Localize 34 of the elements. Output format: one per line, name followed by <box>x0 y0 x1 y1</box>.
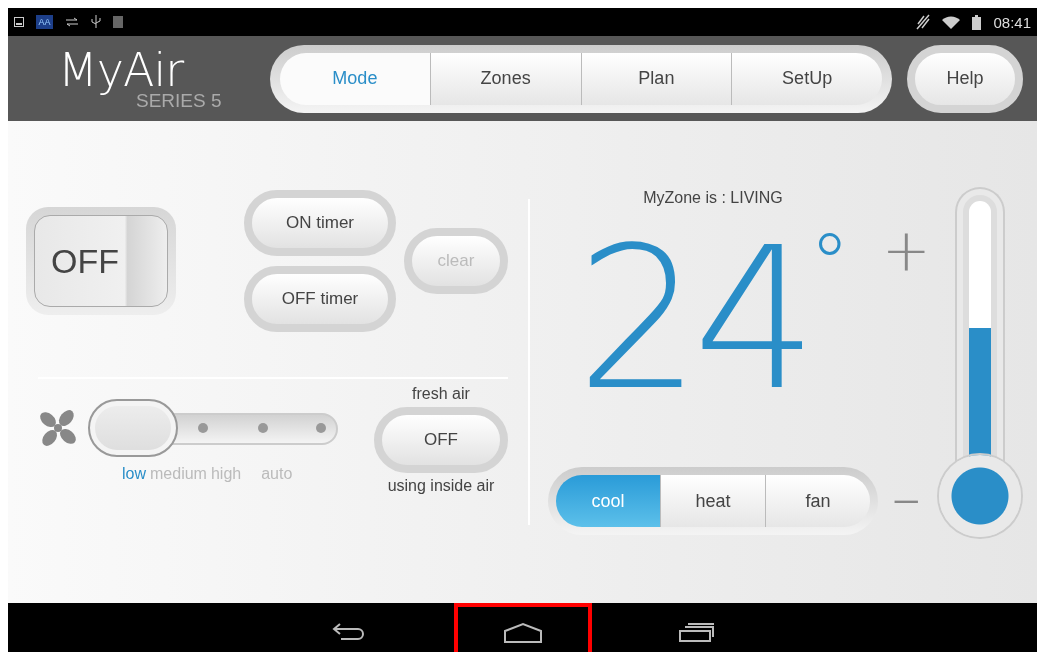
nav-tab[interactable]: Zones <box>429 52 581 105</box>
home-icon <box>502 621 543 644</box>
mode-option[interactable]: fan <box>765 475 870 527</box>
clock-time: 08:41 <box>993 13 1031 31</box>
fan-speed-slider[interactable] <box>88 399 338 457</box>
back-icon <box>330 622 367 643</box>
notification-icon: AA <box>36 15 53 29</box>
fresh-air-toggle[interactable]: OFF <box>374 407 508 473</box>
help-button[interactable]: Help <box>907 44 1023 113</box>
logo-subtitle: SERIES 5 <box>136 91 222 110</box>
slider-stop-icon <box>316 423 326 433</box>
highlighted-nav-key[interactable] <box>453 603 592 652</box>
mode-option[interactable]: heat <box>660 475 765 527</box>
fresh-air-status: using inside air <box>387 477 495 495</box>
slider-stop-icon <box>198 423 208 433</box>
fresh-air-label: fresh air <box>412 385 470 403</box>
recent-apps-icon <box>677 622 716 643</box>
nav-tab[interactable]: Plan <box>580 52 732 105</box>
wifi-icon <box>942 15 961 29</box>
degree-sign: ° <box>809 219 850 309</box>
battery-icon <box>972 14 982 30</box>
sync-icon <box>65 17 79 27</box>
nav-tab[interactable]: Mode <box>280 52 430 105</box>
power-toggle[interactable]: OFF <box>34 215 168 307</box>
temperature-reading: 24 <box>576 219 810 419</box>
timer-button[interactable]: ON timer <box>244 190 396 256</box>
speed-label[interactable]: low <box>122 465 146 483</box>
slider-thumb[interactable] <box>88 399 178 457</box>
slider-stop-icon <box>258 423 268 433</box>
nav-tab[interactable]: SetUp <box>731 52 882 105</box>
zone-label: MyZone is : LIVING <box>643 189 783 207</box>
usb-icon <box>91 15 101 29</box>
timer-button[interactable]: OFF timer <box>244 266 396 332</box>
picture-icon <box>14 17 24 27</box>
